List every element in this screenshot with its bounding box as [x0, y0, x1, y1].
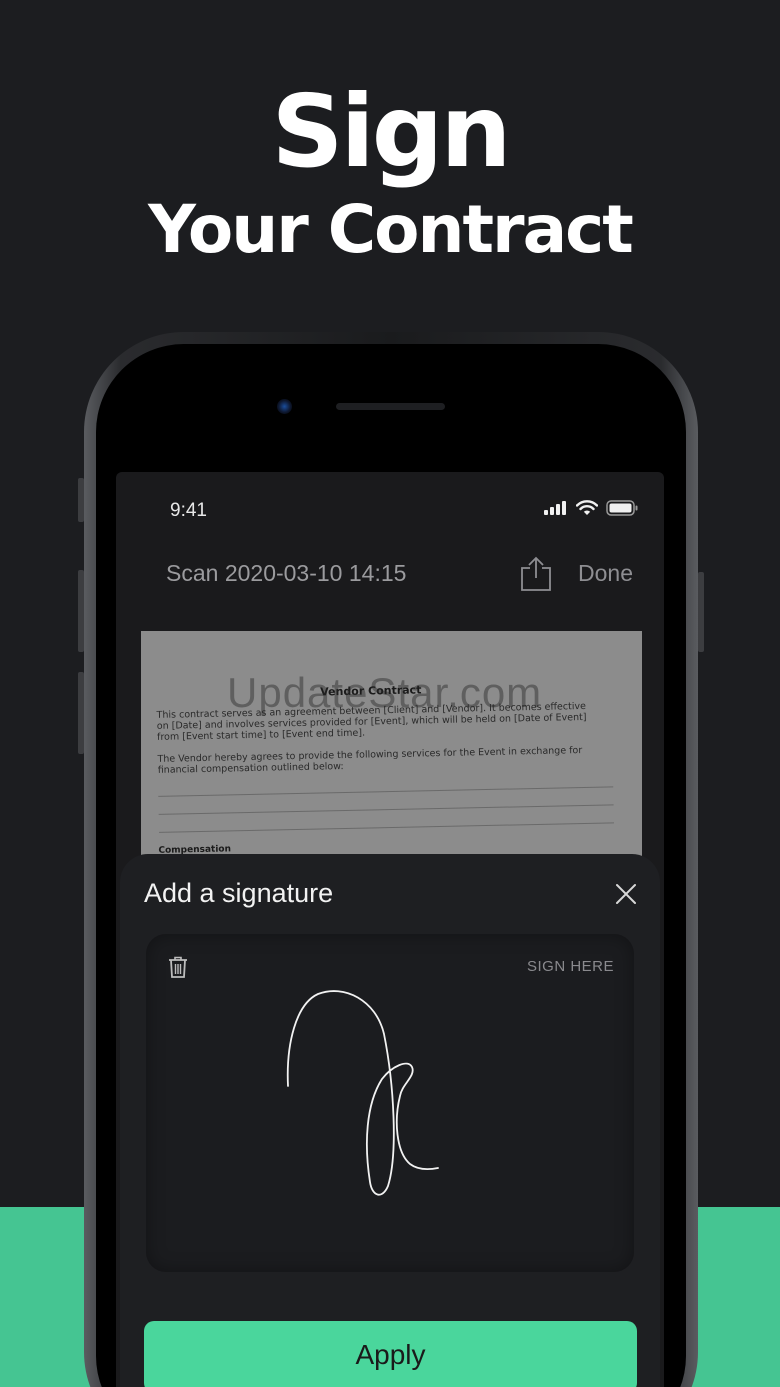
signal-icon: [544, 501, 566, 515]
battery-icon: [606, 500, 638, 516]
phone-mute-switch: [78, 478, 84, 522]
scan-title: Scan 2020-03-10 14:15: [166, 560, 407, 586]
phone-power-button: [698, 572, 704, 652]
signature-stroke: [286, 990, 439, 1196]
apply-button[interactable]: Apply: [144, 1321, 637, 1387]
document-blank-line: [158, 804, 614, 815]
close-icon[interactable]: [614, 882, 638, 906]
accent-band-left: [0, 1207, 95, 1387]
signature-pad[interactable]: SIGN HERE: [146, 934, 634, 1272]
scanned-document[interactable]: Vendor Contract This contract serves as …: [141, 631, 642, 881]
accent-band-right: [685, 1207, 780, 1387]
sheet-title: Add a signature: [144, 878, 334, 908]
headline-sign: Sign: [271, 73, 511, 190]
phone-screen: 9:41 Scan 2020-03-10 14:15 Done Vendor C…: [116, 472, 664, 1387]
share-icon[interactable]: [518, 556, 554, 592]
done-button[interactable]: Done: [578, 560, 633, 587]
earpiece-speaker: [336, 403, 445, 410]
document-blank-line: [158, 786, 614, 797]
phone-volume-down: [78, 672, 84, 754]
add-signature-sheet: Add a signature SIGN HERE Apply: [120, 854, 660, 1387]
status-time: 9:41: [170, 500, 207, 521]
watermark: UpdateStar.com: [227, 669, 543, 716]
status-icons: [544, 500, 638, 516]
document-blank-line: [159, 822, 614, 833]
phone-volume-up: [78, 570, 84, 652]
headline-your-contract: Your Contract: [148, 191, 634, 268]
front-camera: [277, 399, 292, 414]
document-paragraph-2: The Vendor hereby agrees to provide the …: [157, 745, 583, 776]
wifi-icon: [576, 500, 598, 515]
